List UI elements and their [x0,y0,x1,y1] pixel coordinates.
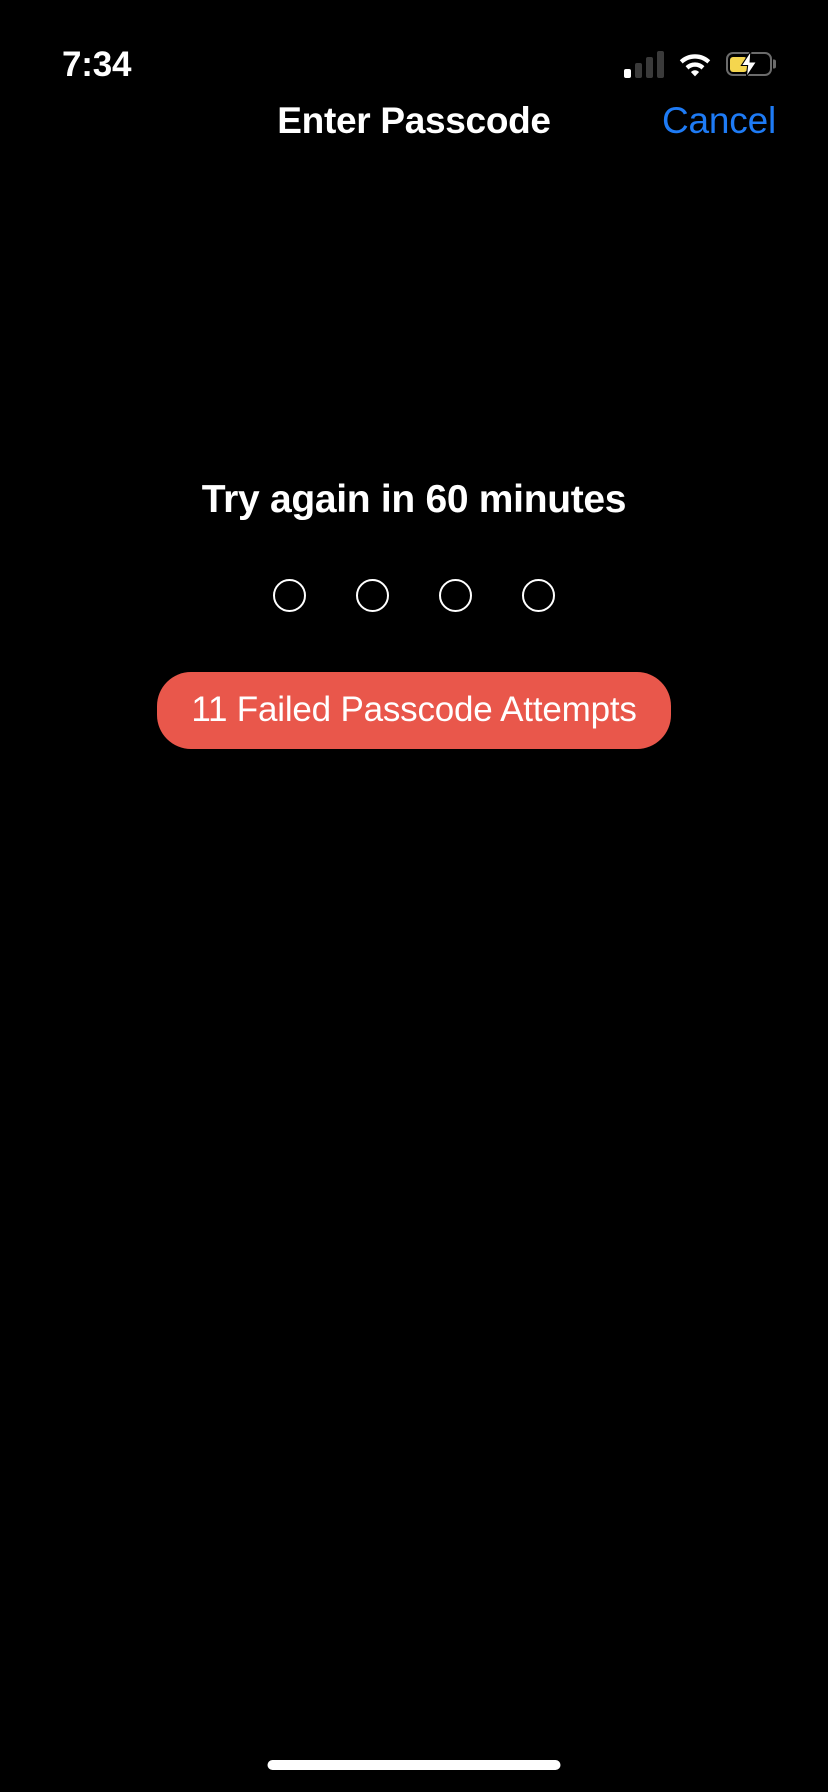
lockout-message: Try again in 60 minutes [201,478,627,521]
passcode-dots [273,578,555,612]
passcode-dot [522,578,555,612]
navigation-bar: Enter Passcode Cancel [0,93,828,155]
home-indicator[interactable] [267,1760,561,1770]
cancel-button[interactable]: Cancel [662,93,776,149]
battery-charging-icon [726,51,772,77]
status-bar-clock: 7:34 [62,44,132,84]
ios-lock-screen: 7:34 Enter Passcode Cancel Try again in … [0,0,828,1792]
status-bar-indicators [624,50,772,78]
failed-attempts-badge: 11 Failed Passcode Attempts [157,671,671,749]
cellular-signal-icon [624,50,664,78]
passcode-dot [439,578,472,612]
status-bar: 7:34 [0,0,828,100]
charging-bolt-icon [740,51,758,77]
passcode-entry-area: Try again in 60 minutes 11 Failed Passco… [0,478,828,749]
passcode-dot [356,578,389,612]
wifi-icon [679,54,711,77]
passcode-dot [273,578,306,612]
